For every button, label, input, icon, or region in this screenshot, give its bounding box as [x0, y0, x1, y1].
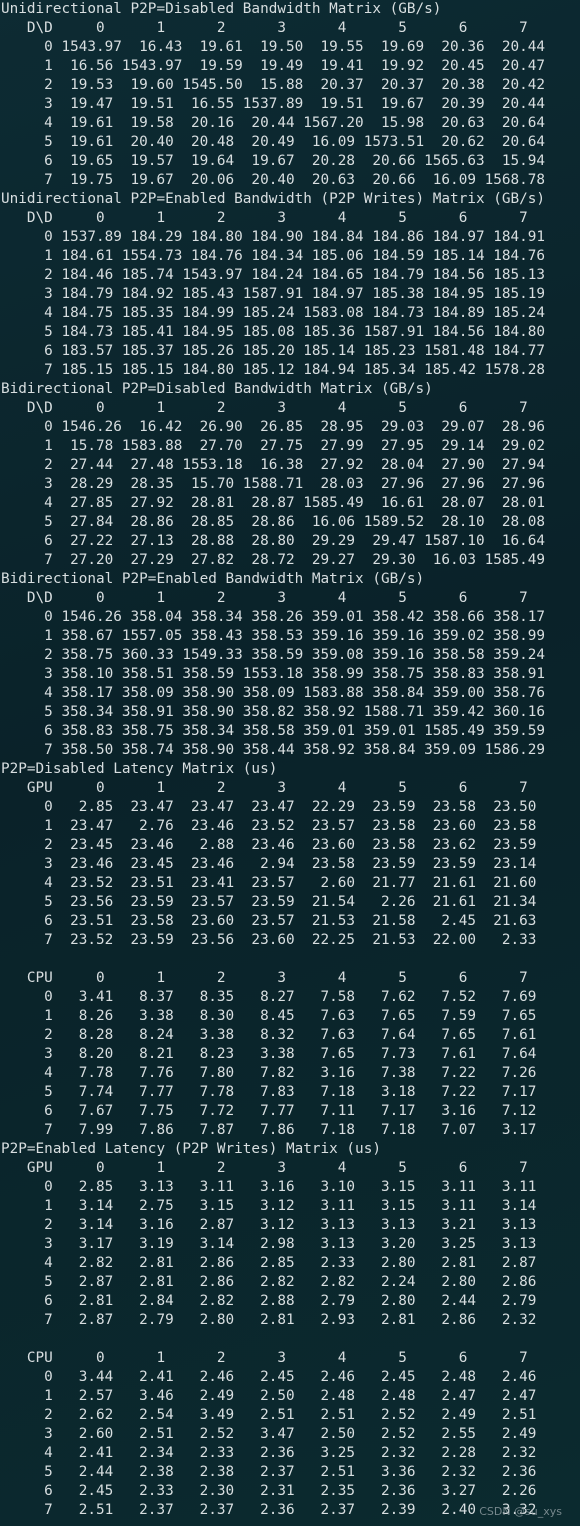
terminal-line: 6 7.67 7.75 7.72 7.77 7.11 7.17 3.16 7.1… — [1, 1103, 537, 1119]
terminal-line: 1 15.78 1583.88 27.70 27.75 27.99 27.95 … — [1, 438, 546, 454]
terminal-line: 4 2.41 2.34 2.33 2.36 3.25 2.32 2.28 2.3… — [1, 1445, 537, 1461]
terminal-line: 5 19.61 20.40 20.48 20.49 16.09 1573.51 … — [1, 134, 546, 150]
terminal-line: 0 3.44 2.41 2.46 2.45 2.46 2.45 2.48 2.4… — [1, 1369, 537, 1385]
terminal-line: 3 19.47 19.51 16.55 1537.89 19.51 19.67 … — [1, 96, 546, 112]
watermark: CSDN @su_xys — [479, 1505, 562, 1518]
terminal-line: CPU 0 1 2 3 4 5 6 7 — [1, 970, 528, 986]
terminal-line: 3 3.17 3.19 3.14 2.98 3.13 3.20 3.25 3.1… — [1, 1236, 537, 1252]
terminal-line: 5 27.84 28.86 28.85 28.86 16.06 1589.52 … — [1, 514, 546, 530]
terminal-line: P2P=Disabled Latency Matrix (us) — [1, 761, 278, 777]
terminal-line: 5 23.56 23.59 23.57 23.59 21.54 2.26 21.… — [1, 894, 537, 910]
terminal-line: CPU 0 1 2 3 4 5 6 7 — [1, 1350, 528, 1366]
terminal-line: D\D 0 1 2 3 4 5 6 7 — [1, 400, 528, 416]
terminal-line: 0 2.85 23.47 23.47 23.47 22.29 23.59 23.… — [1, 799, 537, 815]
terminal-line: 2 23.45 23.46 2.88 23.46 23.60 23.58 23.… — [1, 837, 537, 853]
terminal-line: 0 1546.26 358.04 358.34 358.26 359.01 35… — [1, 609, 546, 625]
terminal-line: 1 358.67 1557.05 358.43 358.53 359.16 35… — [1, 628, 546, 644]
terminal-output: Unidirectional P2P=Disabled Bandwidth Ma… — [0, 0, 580, 1520]
terminal-line: 1 8.26 3.38 8.30 8.45 7.63 7.65 7.59 7.6… — [1, 1008, 537, 1024]
terminal-line: 4 7.78 7.76 7.80 7.82 3.16 7.38 7.22 7.2… — [1, 1065, 537, 1081]
terminal-line: GPU 0 1 2 3 4 5 6 7 — [1, 780, 528, 796]
terminal-line: 2 8.28 8.24 3.38 8.32 7.63 7.64 7.65 7.6… — [1, 1027, 537, 1043]
terminal-line: 0 1543.97 16.43 19.61 19.50 19.55 19.69 … — [1, 39, 546, 55]
terminal-line: Bidirectional P2P=Enabled Bandwidth Matr… — [1, 571, 425, 587]
terminal-line: 2 19.53 19.60 1545.50 15.88 20.37 20.37 … — [1, 77, 546, 93]
terminal-line: 5 358.34 358.91 358.90 358.82 358.92 158… — [1, 704, 546, 720]
terminal-line: 2 358.75 360.33 1549.33 358.59 359.08 35… — [1, 647, 546, 663]
terminal-line: 3 358.10 358.51 358.59 1553.18 358.99 35… — [1, 666, 546, 682]
terminal-line: 5 184.73 185.41 184.95 185.08 185.36 158… — [1, 324, 546, 340]
terminal-line: 5 2.44 2.38 2.38 2.37 2.51 3.36 2.32 2.3… — [1, 1464, 537, 1480]
terminal-line: 7 358.50 358.74 358.90 358.44 358.92 358… — [1, 742, 546, 758]
terminal-line: 7 19.75 19.67 20.06 20.40 20.63 20.66 16… — [1, 172, 546, 188]
terminal-line: 3 8.20 8.21 8.23 3.38 7.65 7.73 7.61 7.6… — [1, 1046, 537, 1062]
terminal-line: 1 3.14 2.75 3.15 3.12 3.11 3.15 3.11 3.1… — [1, 1198, 537, 1214]
terminal-line: 2 3.14 3.16 2.87 3.12 3.13 3.13 3.21 3.1… — [1, 1217, 537, 1233]
terminal-line: Unidirectional P2P=Disabled Bandwidth Ma… — [1, 1, 442, 17]
terminal-line: D\D 0 1 2 3 4 5 6 7 — [1, 590, 528, 606]
terminal-line: 3 184.79 184.92 185.43 1587.91 184.97 18… — [1, 286, 546, 302]
terminal-line: 2 27.44 27.48 1553.18 16.38 27.92 28.04 … — [1, 457, 546, 473]
terminal-line: 1 2.57 3.46 2.49 2.50 2.48 2.48 2.47 2.4… — [1, 1388, 537, 1404]
terminal-line: 0 1537.89 184.29 184.80 184.90 184.84 18… — [1, 229, 546, 245]
terminal-line: 0 2.85 3.13 3.11 3.16 3.10 3.15 3.11 3.1… — [1, 1179, 537, 1195]
terminal-line: 2 184.46 185.74 1543.97 184.24 184.65 18… — [1, 267, 546, 283]
terminal-line: Bidirectional P2P=Disabled Bandwidth Mat… — [1, 381, 433, 397]
terminal-line: 6 23.51 23.58 23.60 23.57 21.53 21.58 2.… — [1, 913, 537, 929]
terminal-line: 6 358.83 358.75 358.34 358.58 359.01 359… — [1, 723, 546, 739]
terminal-line: 6 183.57 185.37 185.26 185.20 185.14 185… — [1, 343, 546, 359]
terminal-line: 6 2.81 2.84 2.82 2.88 2.79 2.80 2.44 2.7… — [1, 1293, 537, 1309]
terminal-line: 7 2.87 2.79 2.80 2.81 2.93 2.81 2.86 2.3… — [1, 1312, 537, 1328]
terminal-line: 0 1546.26 16.42 26.90 26.85 28.95 29.03 … — [1, 419, 546, 435]
terminal-line: 1 23.47 2.76 23.46 23.52 23.57 23.58 23.… — [1, 818, 537, 834]
terminal-line: 5 2.87 2.81 2.86 2.82 2.82 2.24 2.80 2.8… — [1, 1274, 537, 1290]
terminal-line: 2 2.62 2.54 3.49 2.51 2.51 2.52 2.49 2.5… — [1, 1407, 537, 1423]
terminal-line: D\D 0 1 2 3 4 5 6 7 — [1, 210, 528, 226]
terminal-line: 7 27.20 27.29 27.82 28.72 29.27 29.30 16… — [1, 552, 546, 568]
terminal-line: 7 7.99 7.86 7.87 7.86 7.18 7.18 7.07 3.1… — [1, 1122, 537, 1138]
terminal-line: 5 7.74 7.77 7.78 7.83 7.18 3.18 7.22 7.1… — [1, 1084, 537, 1100]
terminal-line: 4 27.85 27.92 28.81 28.87 1585.49 16.61 … — [1, 495, 546, 511]
terminal-line: 6 2.45 2.33 2.30 2.31 2.35 2.36 3.27 2.2… — [1, 1483, 537, 1499]
terminal-line: 1 16.56 1543.97 19.59 19.49 19.41 19.92 … — [1, 58, 546, 74]
terminal-line: 4 2.82 2.81 2.86 2.85 2.33 2.80 2.81 2.8… — [1, 1255, 537, 1271]
terminal-line: 7 185.15 185.15 184.80 185.12 184.94 185… — [1, 362, 546, 378]
terminal-line: 3 2.60 2.51 2.52 3.47 2.50 2.52 2.55 2.4… — [1, 1426, 537, 1442]
terminal-line: P2P=Enabled Latency (P2P Writes) Matrix … — [1, 1141, 381, 1157]
terminal-line: 3 28.29 28.35 15.70 1588.71 28.03 27.96 … — [1, 476, 546, 492]
terminal-line: 4 358.17 358.09 358.90 358.09 1583.88 35… — [1, 685, 546, 701]
terminal-line: 4 23.52 23.51 23.41 23.57 2.60 21.77 21.… — [1, 875, 537, 891]
terminal-line: 6 19.65 19.57 19.64 19.67 20.28 20.66 15… — [1, 153, 546, 169]
terminal-line: 4 184.75 185.35 184.99 185.24 1583.08 18… — [1, 305, 546, 321]
terminal-line: 6 27.22 27.13 28.88 28.80 29.29 29.47 15… — [1, 533, 546, 549]
terminal-line: GPU 0 1 2 3 4 5 6 7 — [1, 1160, 528, 1176]
terminal-line: 1 184.61 1554.73 184.76 184.34 185.06 18… — [1, 248, 546, 264]
terminal-line: 0 3.41 8.37 8.35 8.27 7.58 7.62 7.52 7.6… — [1, 989, 537, 1005]
terminal-line: D\D 0 1 2 3 4 5 6 7 — [1, 20, 528, 36]
terminal-line: Unidirectional P2P=Enabled Bandwidth (P2… — [1, 191, 546, 207]
terminal-line: 3 23.46 23.45 23.46 2.94 23.58 23.59 23.… — [1, 856, 537, 872]
terminal-line: 7 23.52 23.59 23.56 23.60 22.25 21.53 22… — [1, 932, 537, 948]
terminal-line: 4 19.61 19.58 20.16 20.44 1567.20 15.98 … — [1, 115, 546, 131]
